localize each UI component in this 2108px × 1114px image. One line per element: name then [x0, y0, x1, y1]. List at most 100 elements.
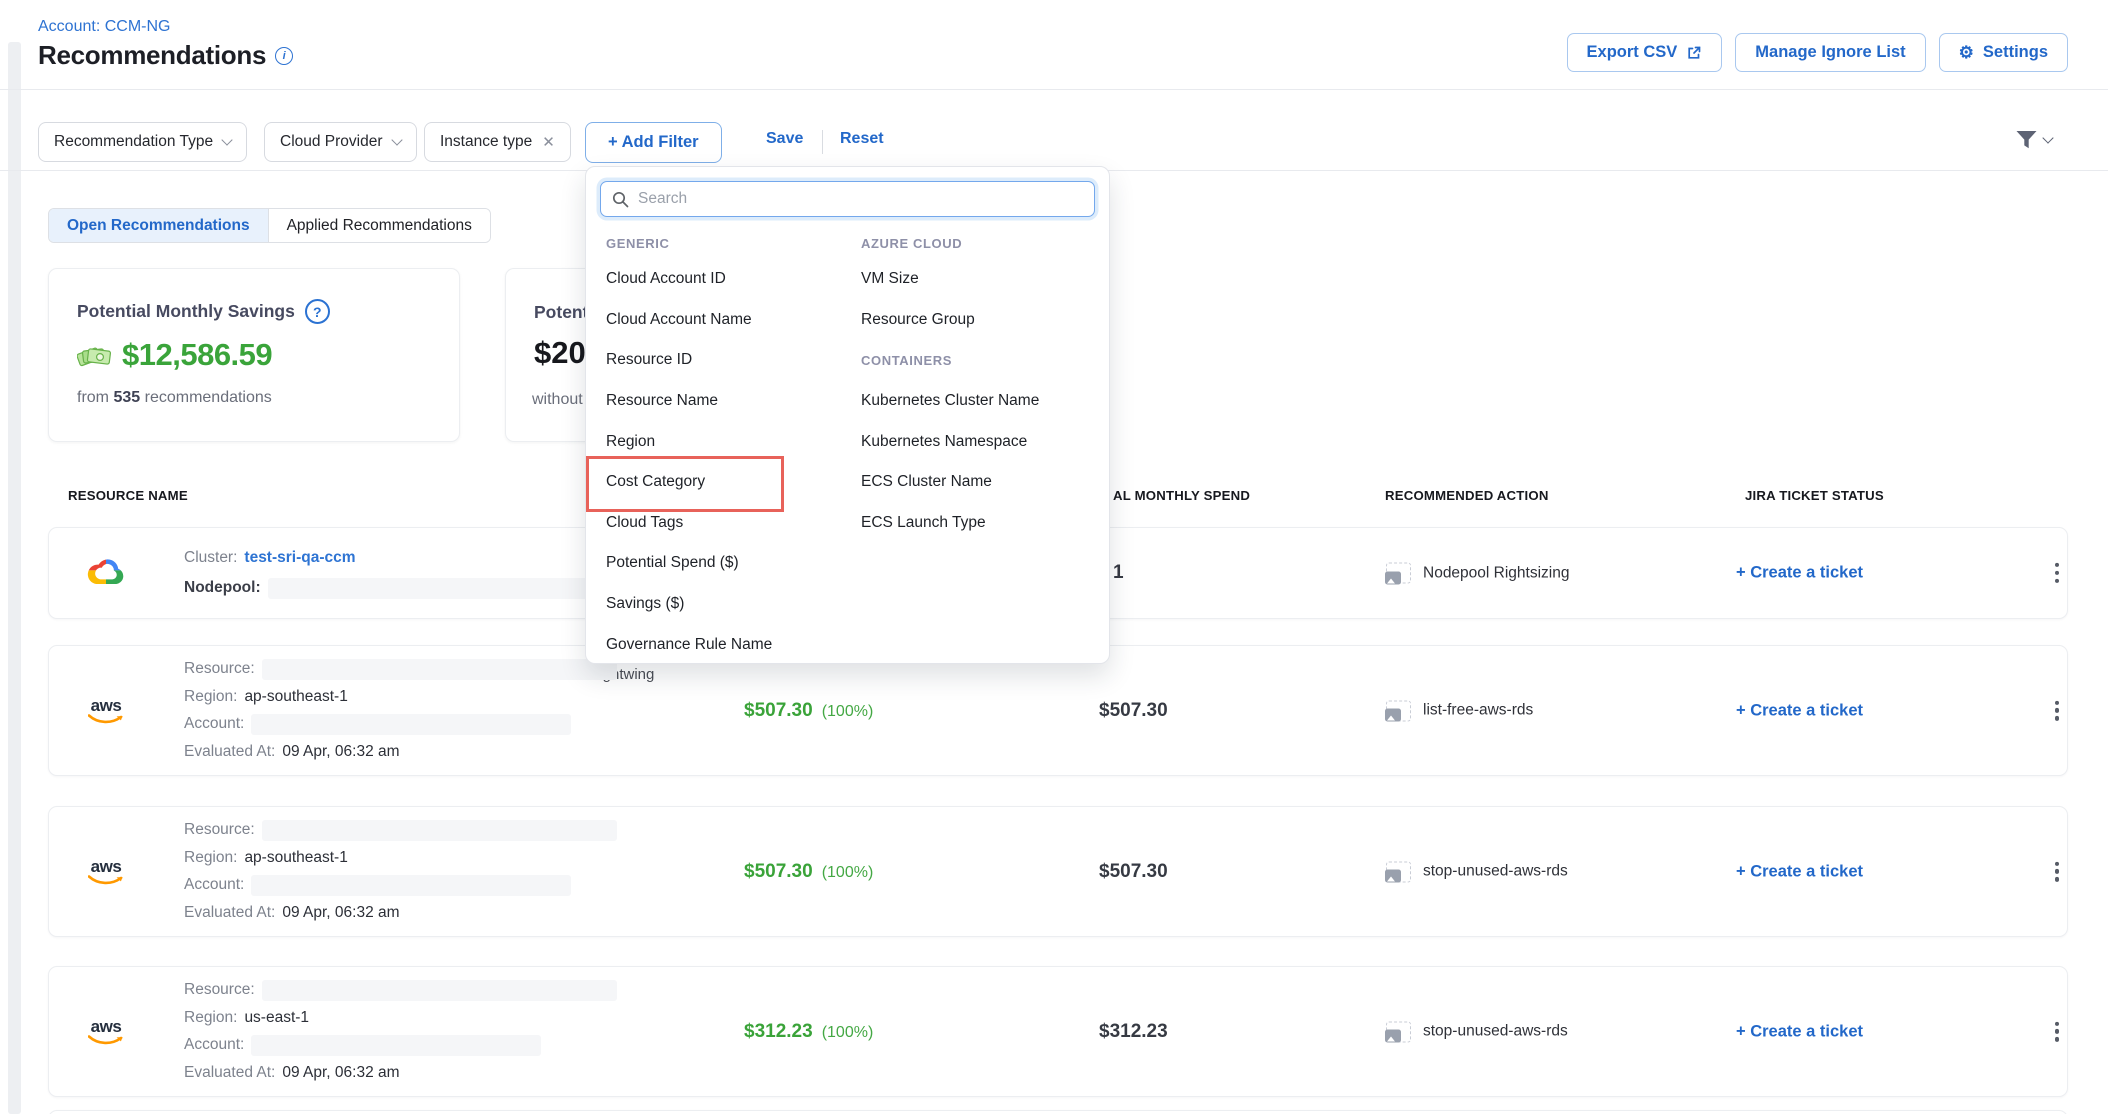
toolbar: Export CSV Manage Ignore List ⚙ Settings: [1567, 33, 2068, 72]
create-ticket-button[interactable]: + Create a ticket: [1736, 701, 1863, 720]
filter-option-governance-rule-name[interactable]: Governance Rule Name: [606, 624, 851, 665]
savings-subtitle: from 535 recommendations: [77, 389, 272, 407]
monthly-savings-value: $507.30(100%): [744, 861, 873, 883]
kebab-menu[interactable]: [2049, 694, 2065, 726]
col-header-resource-name: RESOURCE NAME: [68, 488, 188, 503]
section-heading-generic: GENERIC: [606, 227, 851, 259]
kebab-menu[interactable]: [2049, 1015, 2065, 1047]
filter-option-resource-name[interactable]: Resource Name: [606, 381, 851, 422]
redacted-value: [262, 980, 617, 1001]
recommendation-row[interactable]: aws lightwing Resource: Region:ap-southe…: [48, 645, 2068, 776]
recommended-action-label: list-free-aws-rds: [1423, 702, 1533, 720]
close-icon[interactable]: ✕: [542, 133, 555, 151]
evaluated-at-value: 09 Apr, 06:32 am: [282, 1064, 399, 1082]
filter-option-potential-spend[interactable]: Potential Spend ($): [606, 543, 851, 584]
cluster-link[interactable]: test-sri-qa-ccm: [244, 549, 355, 567]
savings-value: $12,586.59: [122, 337, 272, 373]
filter-option-kubernetes-namespace[interactable]: Kubernetes Namespace: [861, 421, 1096, 462]
dropdown-search[interactable]: [600, 181, 1095, 217]
col-header-total-monthly-spend: AL MONTHLY SPEND: [1113, 488, 1250, 503]
export-csv-button[interactable]: Export CSV: [1567, 33, 1723, 72]
external-link-icon: [1686, 45, 1702, 61]
add-filter-dropdown: GENERIC Cloud Account ID Cloud Account N…: [585, 166, 1110, 664]
chevron-down-icon: [391, 134, 402, 145]
filter-option-resource-id[interactable]: Resource ID: [606, 340, 851, 381]
redacted-value: [268, 578, 638, 599]
nodepool-label: Nodepool:: [184, 579, 261, 597]
redacted-value: [251, 714, 571, 735]
action-image-icon: [1386, 563, 1411, 584]
funnel-icon: [2015, 130, 2038, 150]
redacted-value: [251, 1035, 541, 1056]
evaluated-at-value: 09 Apr, 06:32 am: [282, 904, 399, 922]
redacted-value: [262, 820, 617, 841]
filter-chip-instance-type[interactable]: Instance type ✕: [424, 122, 571, 162]
region-value: ap-southeast-1: [244, 688, 347, 706]
recommendation-row[interactable]: aws Resource: Region:us-east-1 Account: …: [48, 966, 2068, 1097]
monthly-savings-value: $507.30(100%): [744, 700, 873, 722]
kebab-menu[interactable]: [2049, 855, 2065, 887]
monthly-spend-value: $507.30: [1099, 861, 1168, 883]
cluster-label: Cluster:: [184, 549, 237, 567]
create-ticket-button[interactable]: + Create a ticket: [1736, 564, 1863, 583]
manage-ignore-list-label: Manage Ignore List: [1755, 43, 1905, 62]
filter-option-ecs-launch-type[interactable]: ECS Launch Type: [861, 503, 1096, 544]
help-icon[interactable]: ?: [305, 299, 330, 324]
recommendation-row[interactable]: aws Resource: Region:ap-southeast-1 Acco…: [48, 806, 2068, 937]
settings-button[interactable]: ⚙ Settings: [1939, 33, 2068, 72]
tab-applied-recommendations[interactable]: Applied Recommendations: [268, 209, 490, 242]
recommendations-page: Account: CCM-NG Recommendations i Export…: [0, 0, 2108, 1114]
recommended-action-label: Nodepool Rightsizing: [1423, 564, 1569, 582]
filter-option-cloud-account-name[interactable]: Cloud Account Name: [606, 300, 851, 341]
create-ticket-button[interactable]: + Create a ticket: [1736, 1022, 1863, 1041]
breadcrumb[interactable]: Account: CCM-NG: [38, 18, 170, 36]
monthly-spend-value: $507.30: [1099, 700, 1168, 722]
info-icon[interactable]: i: [275, 47, 293, 65]
recommendation-row[interactable]: [48, 1110, 2068, 1114]
region-value: us-east-1: [244, 1009, 309, 1027]
monthly-savings-value: $312.23(100%): [744, 1021, 873, 1043]
aws-icon: aws: [88, 858, 124, 886]
redacted-value: [251, 875, 571, 896]
search-input[interactable]: [638, 190, 1083, 208]
filter-menu-button[interactable]: [2015, 130, 2052, 150]
settings-label: Settings: [1983, 43, 2048, 62]
spend-value-partial: 1: [1113, 562, 1124, 584]
filter-option-cloud-tags[interactable]: Cloud Tags: [606, 503, 851, 544]
section-heading-containers: CONTAINERS: [861, 340, 1096, 381]
recommended-action-label: stop-unused-aws-rds: [1423, 1023, 1568, 1041]
search-icon: [612, 191, 629, 208]
filter-option-vm-size[interactable]: VM Size: [861, 259, 1096, 300]
filter-option-ecs-cluster-name[interactable]: ECS Cluster Name: [861, 462, 1096, 503]
filter-chip-recommendation-type[interactable]: Recommendation Type: [38, 122, 247, 162]
potential-monthly-savings-card: Potential Monthly Savings ? $12,586.59 f…: [48, 268, 460, 442]
filter-option-region[interactable]: Region: [606, 421, 851, 462]
redacted-value: [262, 659, 617, 680]
gcp-icon: [86, 557, 126, 590]
page-edge-strip: [8, 42, 21, 1114]
save-filter-button[interactable]: Save: [766, 130, 803, 148]
page-title: Recommendations: [38, 40, 266, 71]
monthly-spend-value: $312.23: [1099, 1021, 1168, 1043]
filter-option-savings[interactable]: Savings ($): [606, 584, 851, 625]
chevron-down-icon: [221, 134, 232, 145]
manage-ignore-list-button[interactable]: Manage Ignore List: [1735, 33, 1925, 72]
kebab-menu[interactable]: [2049, 557, 2065, 589]
reset-filter-button[interactable]: Reset: [840, 130, 884, 148]
filter-option-kubernetes-cluster-name[interactable]: Kubernetes Cluster Name: [861, 381, 1096, 422]
chevron-down-icon: [2042, 132, 2053, 143]
tab-open-recommendations[interactable]: Open Recommendations: [49, 209, 268, 242]
divider: [822, 130, 823, 154]
recommendations-tabs: Open Recommendations Applied Recommendat…: [48, 208, 491, 243]
filter-chip-cloud-provider[interactable]: Cloud Provider: [264, 122, 417, 162]
add-filter-button[interactable]: + Add Filter: [585, 122, 722, 163]
section-heading-azure-cloud: AZURE CLOUD: [861, 227, 1096, 259]
create-ticket-button[interactable]: + Create a ticket: [1736, 862, 1863, 881]
filter-option-resource-group[interactable]: Resource Group: [861, 300, 1096, 341]
filter-option-cost-category[interactable]: Cost Category: [606, 462, 851, 503]
filter-option-cloud-account-id[interactable]: Cloud Account ID: [606, 259, 851, 300]
header-divider: [0, 89, 2108, 90]
aws-icon: aws: [88, 697, 124, 725]
recommended-action-label: stop-unused-aws-rds: [1423, 863, 1568, 881]
region-value: ap-southeast-1: [244, 849, 347, 867]
